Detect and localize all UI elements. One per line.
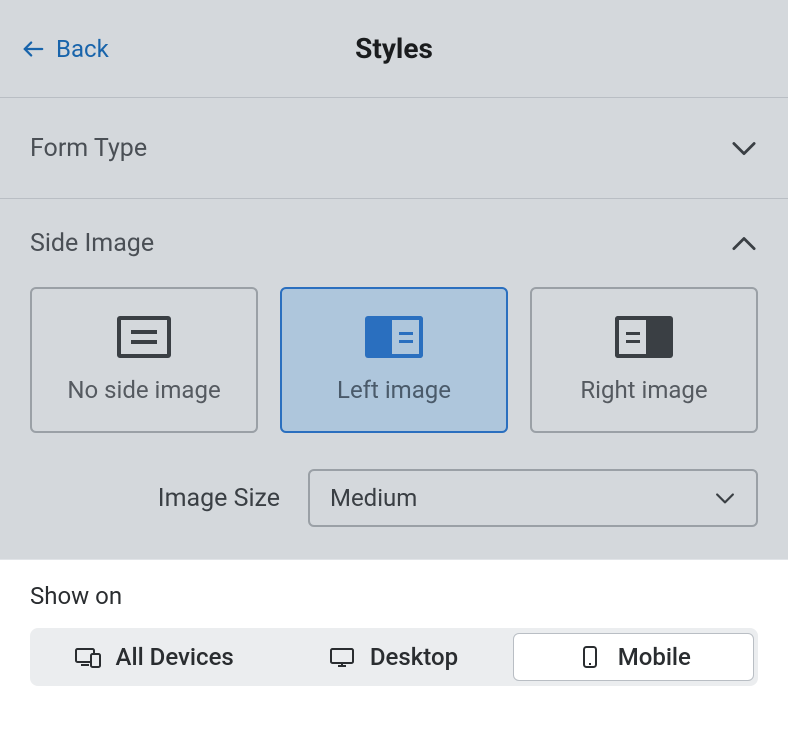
seg-mobile-label: Mobile: [618, 643, 691, 671]
show-on-panel: Show on All Devices Desktop Mobile: [0, 559, 788, 734]
option-right-image[interactable]: Right image: [530, 287, 758, 433]
page-title: Styles: [0, 32, 788, 65]
seg-desktop-label: Desktop: [370, 643, 458, 671]
option-no-side-image[interactable]: No side image: [30, 287, 258, 433]
seg-mobile[interactable]: Mobile: [513, 633, 754, 681]
back-button[interactable]: Back: [20, 35, 109, 63]
option-left-image-label: Left image: [337, 376, 451, 404]
show-on-label: Show on: [30, 582, 758, 610]
option-no-side-image-label: No side image: [67, 376, 220, 404]
section-form-type-label: Form Type: [30, 134, 147, 163]
mobile-icon: [576, 645, 604, 669]
section-side-image[interactable]: Side Image: [0, 199, 788, 287]
left-image-icon: [365, 316, 423, 358]
no-side-image-icon: [117, 316, 171, 358]
desktop-icon: [328, 645, 356, 669]
image-size-value: Medium: [330, 484, 417, 512]
devices-icon: [74, 645, 102, 669]
chevron-down-icon: [714, 491, 736, 505]
seg-all-devices[interactable]: All Devices: [34, 633, 273, 681]
right-image-icon: [615, 316, 673, 358]
image-size-row: Image Size Medium: [0, 461, 788, 559]
image-size-label: Image Size: [158, 484, 280, 513]
section-form-type[interactable]: Form Type: [0, 98, 788, 199]
back-label: Back: [56, 35, 109, 63]
option-right-image-label: Right image: [580, 376, 707, 404]
option-left-image[interactable]: Left image: [280, 287, 508, 433]
section-side-image-label: Side Image: [30, 229, 154, 258]
chevron-up-icon: [730, 234, 758, 252]
chevron-down-icon: [730, 139, 758, 157]
seg-desktop[interactable]: Desktop: [273, 633, 512, 681]
arrow-left-icon: [20, 38, 46, 60]
image-size-select[interactable]: Medium: [308, 469, 758, 527]
show-on-segmented: All Devices Desktop Mobile: [30, 628, 758, 686]
side-image-options: No side image Left image Right image: [0, 287, 788, 461]
seg-all-devices-label: All Devices: [116, 643, 234, 671]
header-bar: Back Styles: [0, 0, 788, 98]
